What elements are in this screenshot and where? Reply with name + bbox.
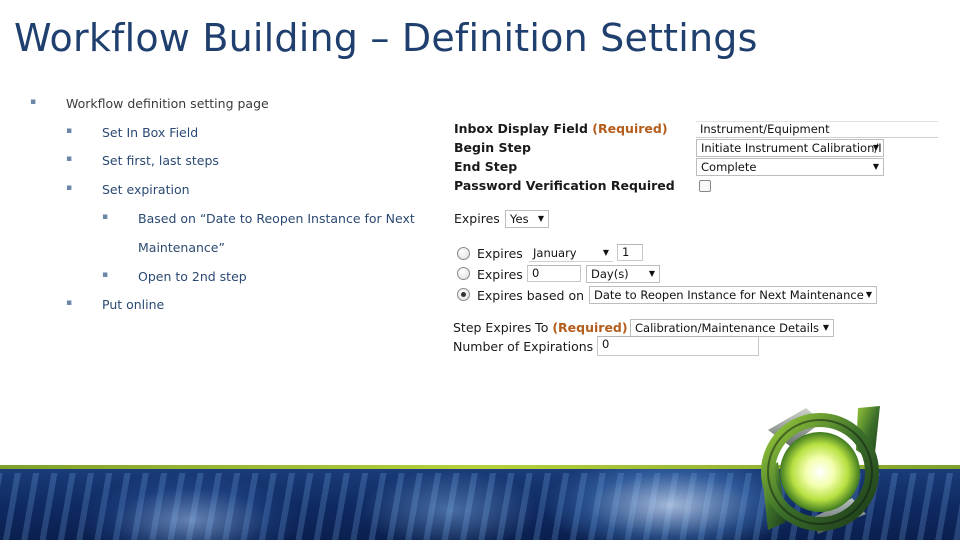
- password-verification-checkbox[interactable]: [699, 180, 711, 192]
- expires-based-on-label: Expires based on: [477, 288, 585, 303]
- select-value: Calibration/Maintenance Details: [635, 321, 820, 335]
- bullet-text: Put online: [102, 297, 165, 312]
- chevron-down-icon: ▼: [872, 162, 879, 171]
- definition-settings-form: Inbox Display Field (Required) Instrumen…: [450, 115, 950, 365]
- chevron-down-icon: ▼: [872, 143, 879, 152]
- expires-based-on-radio[interactable]: [457, 288, 470, 301]
- expires-date-label: Expires: [477, 246, 523, 261]
- inbox-display-field-label: Inbox Display Field (Required): [454, 121, 668, 136]
- step-expires-to-select[interactable]: Calibration/Maintenance Details ▼: [630, 319, 834, 337]
- bullet-icon: ▪: [66, 183, 73, 193]
- bullet-text: Set expiration: [102, 182, 190, 197]
- inbox-display-field-input[interactable]: Instrument/Equipment: [696, 121, 938, 138]
- select-value: Yes: [510, 212, 529, 226]
- begin-step-select[interactable]: Initiate Instrument Calibration/I ▼: [696, 139, 884, 157]
- expires-month-select[interactable]: January ▼: [529, 245, 613, 262]
- expires-based-on-select[interactable]: Date to Reopen Instance for Next Mainten…: [589, 286, 877, 304]
- bullet-icon: ▪: [66, 154, 73, 164]
- expires-date-radio[interactable]: [457, 247, 470, 260]
- expires-day-input[interactable]: 1: [617, 244, 643, 261]
- expires-label: Expires: [454, 211, 500, 226]
- required-marker: (Required): [552, 320, 628, 335]
- bullet-text: Set first, last steps: [102, 153, 219, 168]
- label-text: Step Expires To: [453, 320, 549, 335]
- bullet-list: ▪ Workflow definition setting page ▪ Set…: [0, 0, 440, 330]
- select-value: Initiate Instrument Calibration/I: [701, 141, 882, 155]
- password-verification-label: Password Verification Required: [454, 178, 675, 193]
- chevron-down-icon: ▼: [822, 323, 829, 332]
- green-ring-logo-icon: [761, 406, 880, 534]
- label-text: Inbox Display Field: [454, 121, 588, 136]
- chevron-down-icon: ▼: [865, 290, 872, 299]
- bullet-icon: ▪: [66, 126, 73, 136]
- bullet-icon: ▪: [66, 298, 73, 308]
- end-step-select[interactable]: Complete ▼: [696, 158, 884, 176]
- chevron-down-icon: ▼: [602, 248, 609, 257]
- number-of-expirations-input[interactable]: 0: [597, 336, 759, 356]
- select-value: January: [533, 246, 577, 260]
- required-marker: (Required): [592, 121, 668, 136]
- number-of-expirations-label: Number of Expirations: [453, 339, 594, 354]
- select-value: Date to Reopen Instance for Next Mainten…: [594, 288, 864, 302]
- bullet-text: Workflow definition setting page: [66, 96, 269, 111]
- bullet-text: Based on “Date to Reopen Instance for Ne…: [138, 211, 415, 226]
- step-expires-to-label: Step Expires To (Required): [453, 320, 628, 335]
- chevron-down-icon: ▼: [648, 269, 655, 278]
- bullet-text: Open to 2nd step: [138, 269, 247, 284]
- bullet-icon: ▪: [102, 270, 109, 280]
- light-burst-decoration: [360, 470, 540, 540]
- begin-step-label: Begin Step: [454, 140, 531, 155]
- expires-select[interactable]: Yes ▼: [505, 210, 549, 228]
- select-value: Complete: [701, 160, 757, 174]
- chevron-down-icon: ▼: [537, 214, 544, 223]
- expires-unit-select[interactable]: Day(s) ▼: [586, 265, 660, 283]
- expires-duration-radio[interactable]: [457, 267, 470, 280]
- bullet-icon: ▪: [30, 97, 37, 107]
- expires-duration-label: Expires: [477, 267, 523, 282]
- bullet-icon: ▪: [102, 212, 109, 222]
- bullet-text: Maintenance”: [138, 240, 225, 255]
- end-step-label: End Step: [454, 159, 518, 174]
- bullet-text: Set In Box Field: [102, 125, 199, 140]
- expires-amount-input[interactable]: 0: [527, 265, 581, 282]
- select-value: Day(s): [591, 267, 629, 281]
